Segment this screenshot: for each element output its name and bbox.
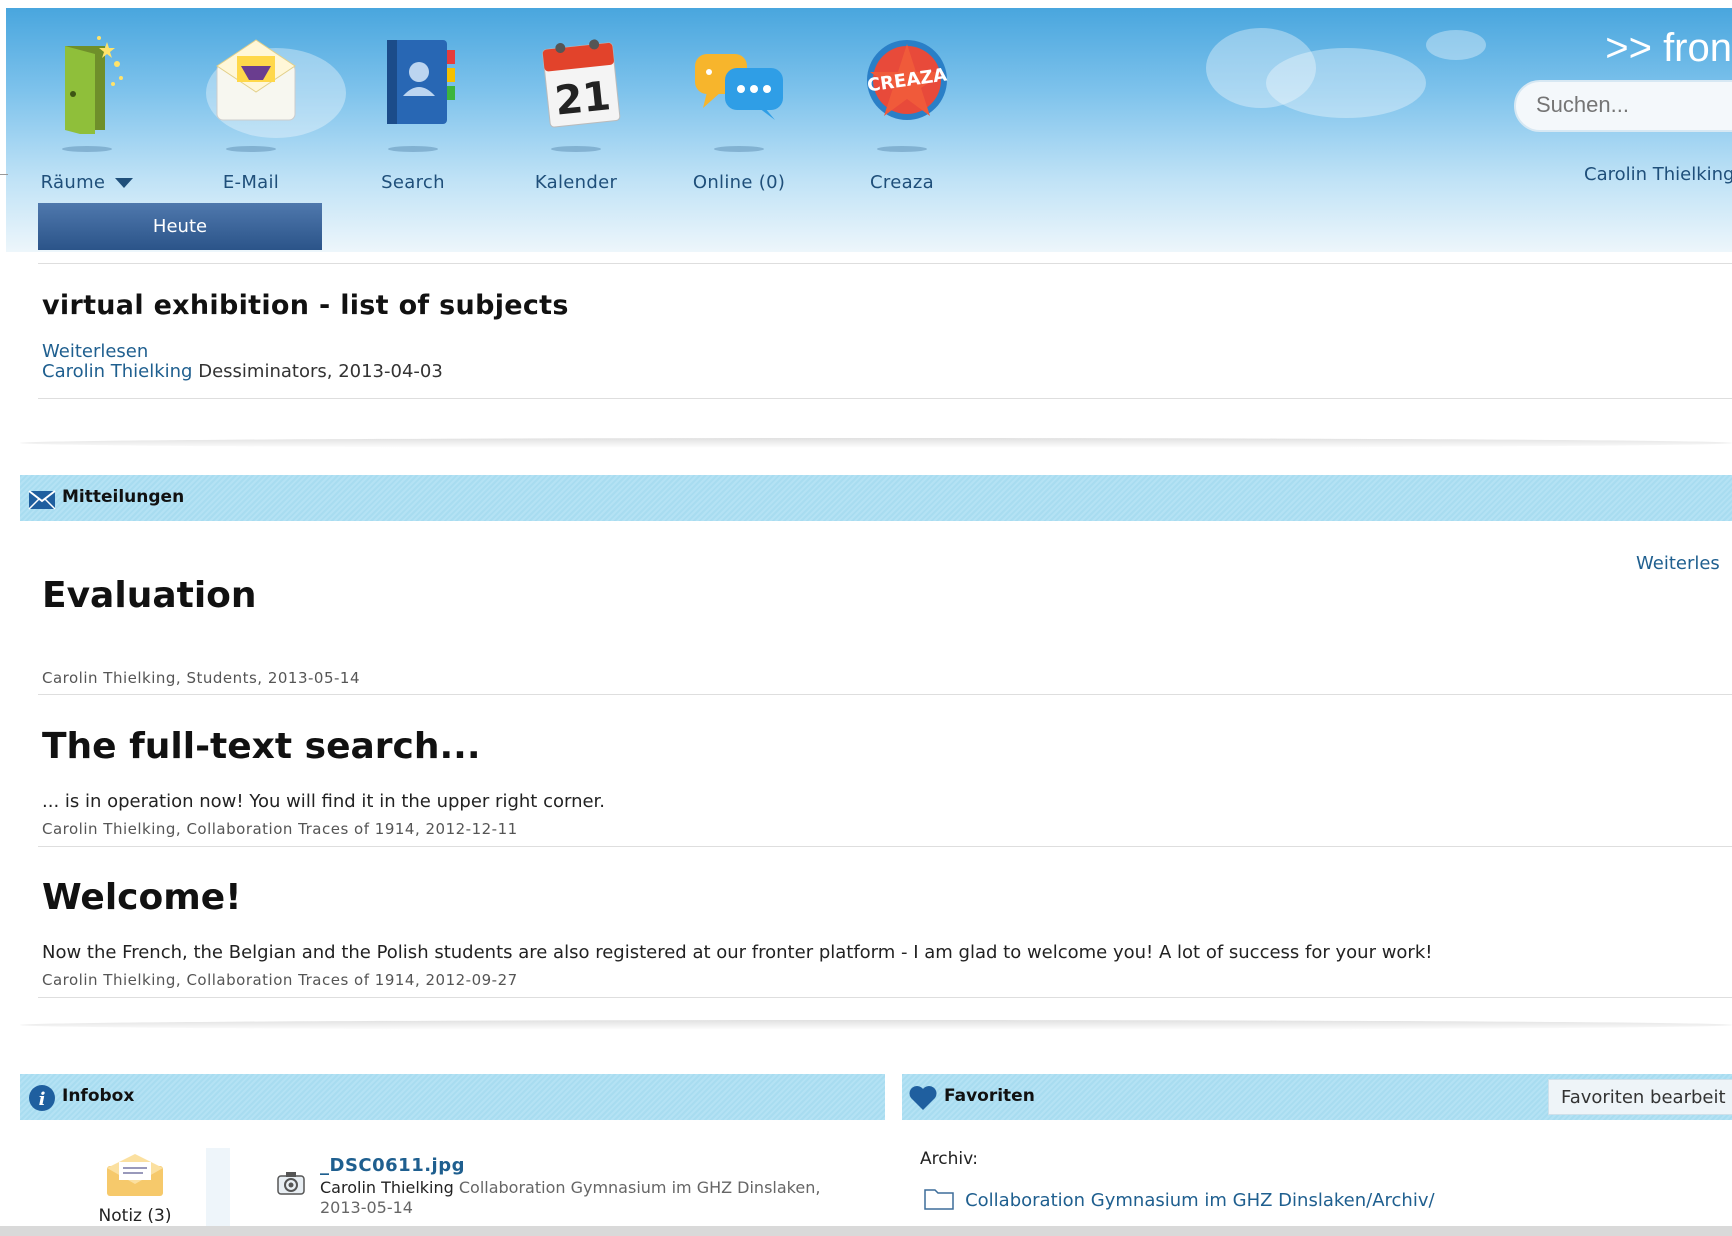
icon-shadow — [226, 146, 276, 152]
infobox-divider — [206, 1148, 230, 1228]
message-meta: Carolin Thielking, Collaboration Traces … — [42, 971, 518, 989]
nav-label: E-Mail — [222, 172, 280, 193]
archive-label: Archiv: — [920, 1149, 978, 1169]
messages-panel-header: Mitteilungen — [20, 475, 1732, 521]
search-input[interactable] — [1516, 82, 1732, 118]
file-author: Carolin Thielking — [320, 1178, 454, 1197]
icon-shadow — [388, 146, 438, 152]
cloud-decoration — [1266, 48, 1426, 118]
calendar-icon: 21 — [536, 34, 621, 128]
nav-email[interactable]: E-Mail — [186, 26, 316, 196]
heart-icon — [908, 1085, 938, 1115]
folder-icon — [924, 1186, 954, 1214]
message-title[interactable]: Welcome! — [42, 877, 242, 918]
nav-kalender[interactable]: 21 Kalender — [511, 26, 641, 196]
message-body: Now the French, the Belgian and the Poli… — [42, 942, 1433, 963]
address-book-icon — [373, 34, 455, 124]
favorites-panel-title: Favoriten — [944, 1086, 1035, 1106]
favorites-panel-header: Favoriten Favoriten bearbeit — [902, 1074, 1732, 1120]
note-envelope-icon — [105, 1152, 165, 1202]
file-location: Collaboration Gymnasium im GHZ Dinslaken… — [458, 1178, 821, 1197]
messages-panel-title: Mitteilungen — [62, 487, 185, 507]
camera-icon — [276, 1170, 306, 1200]
brand-logo[interactable]: >> fron — [1605, 26, 1732, 71]
divider — [38, 263, 1732, 264]
info-icon: i — [28, 1084, 56, 1116]
nav-label: Online (0) — [692, 172, 786, 193]
file-link[interactable]: _DSC0611.jpg — [320, 1155, 465, 1176]
messages-read-more-link[interactable]: Weiterles — [1636, 553, 1720, 574]
icon-shadow — [551, 146, 601, 152]
icon-shadow — [877, 146, 927, 152]
nav-search[interactable]: Search — [348, 26, 478, 196]
panel-shadow — [20, 438, 1732, 448]
envelope-icon — [28, 490, 56, 514]
nav-label: Search — [381, 172, 445, 193]
featured-title[interactable]: virtual exhibition - list of subjects — [42, 290, 569, 321]
nav-label: Räume — [22, 172, 152, 193]
icon-shadow — [714, 146, 764, 152]
caret-down-icon — [115, 178, 134, 188]
message-title[interactable]: The full-text search... — [42, 726, 481, 767]
edit-favorites-button[interactable]: Favoriten bearbeit — [1548, 1079, 1732, 1115]
featured-author-link[interactable]: Carolin Thielking — [42, 361, 193, 382]
note-item[interactable]: Notiz (3) — [90, 1148, 180, 1228]
search-box[interactable] — [1514, 80, 1732, 132]
file-date: 2013-05-14 — [320, 1198, 413, 1217]
message-meta: Carolin Thielking, Students, 2013-05-14 — [42, 669, 361, 687]
panel-shadow — [20, 1020, 1732, 1030]
featured-meta: Carolin Thielking Dessiminators, 2013-04… — [42, 361, 443, 382]
svg-text:i: i — [39, 1089, 46, 1110]
infobox-panel-header: i Infobox — [20, 1074, 885, 1120]
message-title[interactable]: Evaluation — [42, 575, 257, 616]
nav-label: Kalender — [534, 172, 618, 193]
nav-creaza[interactable]: CREAZA Creaza — [837, 26, 967, 196]
message-meta: Carolin Thielking, Collaboration Traces … — [42, 820, 518, 838]
door-icon — [47, 34, 127, 138]
infobox-panel-title: Infobox — [62, 1086, 135, 1106]
favorite-folder-link[interactable]: Collaboration Gymnasium im GHZ Dinslaken… — [965, 1190, 1434, 1211]
bottom-scroll-edge — [0, 1226, 1732, 1236]
icon-shadow — [62, 146, 112, 152]
creaza-logo-icon: CREAZA — [862, 34, 948, 124]
mail-icon — [211, 34, 296, 124]
divider — [0, 174, 8, 175]
svg-text:21: 21 — [553, 73, 613, 125]
divider — [38, 846, 1732, 847]
message-body: ... is in operation now! You will find i… — [42, 791, 606, 812]
user-name-link[interactable]: Carolin Thielking — [1584, 164, 1732, 185]
note-label: Notiz (3) — [98, 1206, 172, 1226]
nav-label: Creaza — [870, 172, 934, 193]
tab-heute[interactable]: Heute — [38, 203, 322, 250]
divider — [38, 997, 1732, 998]
featured-read-more-link[interactable]: Weiterlesen — [42, 341, 148, 362]
file-meta: Carolin Thielking Collaboration Gymnasiu… — [320, 1178, 820, 1197]
cloud-decoration — [1426, 30, 1486, 60]
favorite-folder-item[interactable]: Collaboration Gymnasium im GHZ Dinslaken… — [924, 1186, 1435, 1214]
nav-raeume[interactable]: Räume — [22, 26, 152, 196]
featured-meta-text: Dessiminators, 2013-04-03 — [198, 361, 443, 382]
divider — [38, 694, 1732, 695]
nav-online[interactable]: Online (0) — [674, 26, 804, 196]
chat-icon — [689, 34, 789, 124]
divider — [38, 398, 1732, 399]
